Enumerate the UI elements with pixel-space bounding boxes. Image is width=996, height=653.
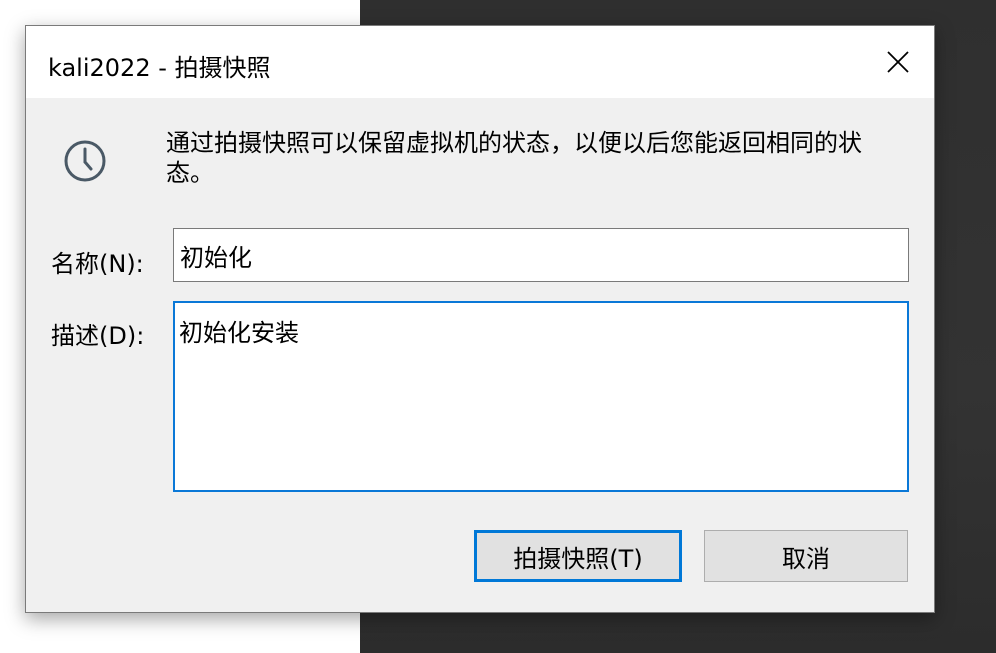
name-input[interactable]	[173, 228, 909, 282]
take-snapshot-button[interactable]: 拍摄快照(T)	[474, 530, 682, 582]
take-snapshot-dialog: kali2022 - 拍摄快照 通过拍摄快照可以保留虚拟机的状态，以便以后您能返…	[25, 25, 935, 613]
snapshot-description-text: 通过拍摄快照可以保留虚拟机的状态，以便以后您能返回相同的状态。	[166, 129, 862, 187]
clock-icon	[64, 140, 106, 182]
dialog-titlebar: kali2022 - 拍摄快照	[26, 26, 934, 98]
cancel-button[interactable]: 取消	[704, 530, 908, 582]
description-label: 描述(D):	[51, 322, 145, 350]
description-input[interactable]: 初始化安装	[173, 301, 909, 492]
close-button[interactable]	[862, 26, 934, 98]
name-label: 名称(N):	[51, 250, 144, 278]
close-icon	[887, 51, 909, 73]
dialog-title: kali2022 - 拍摄快照	[48, 54, 271, 82]
